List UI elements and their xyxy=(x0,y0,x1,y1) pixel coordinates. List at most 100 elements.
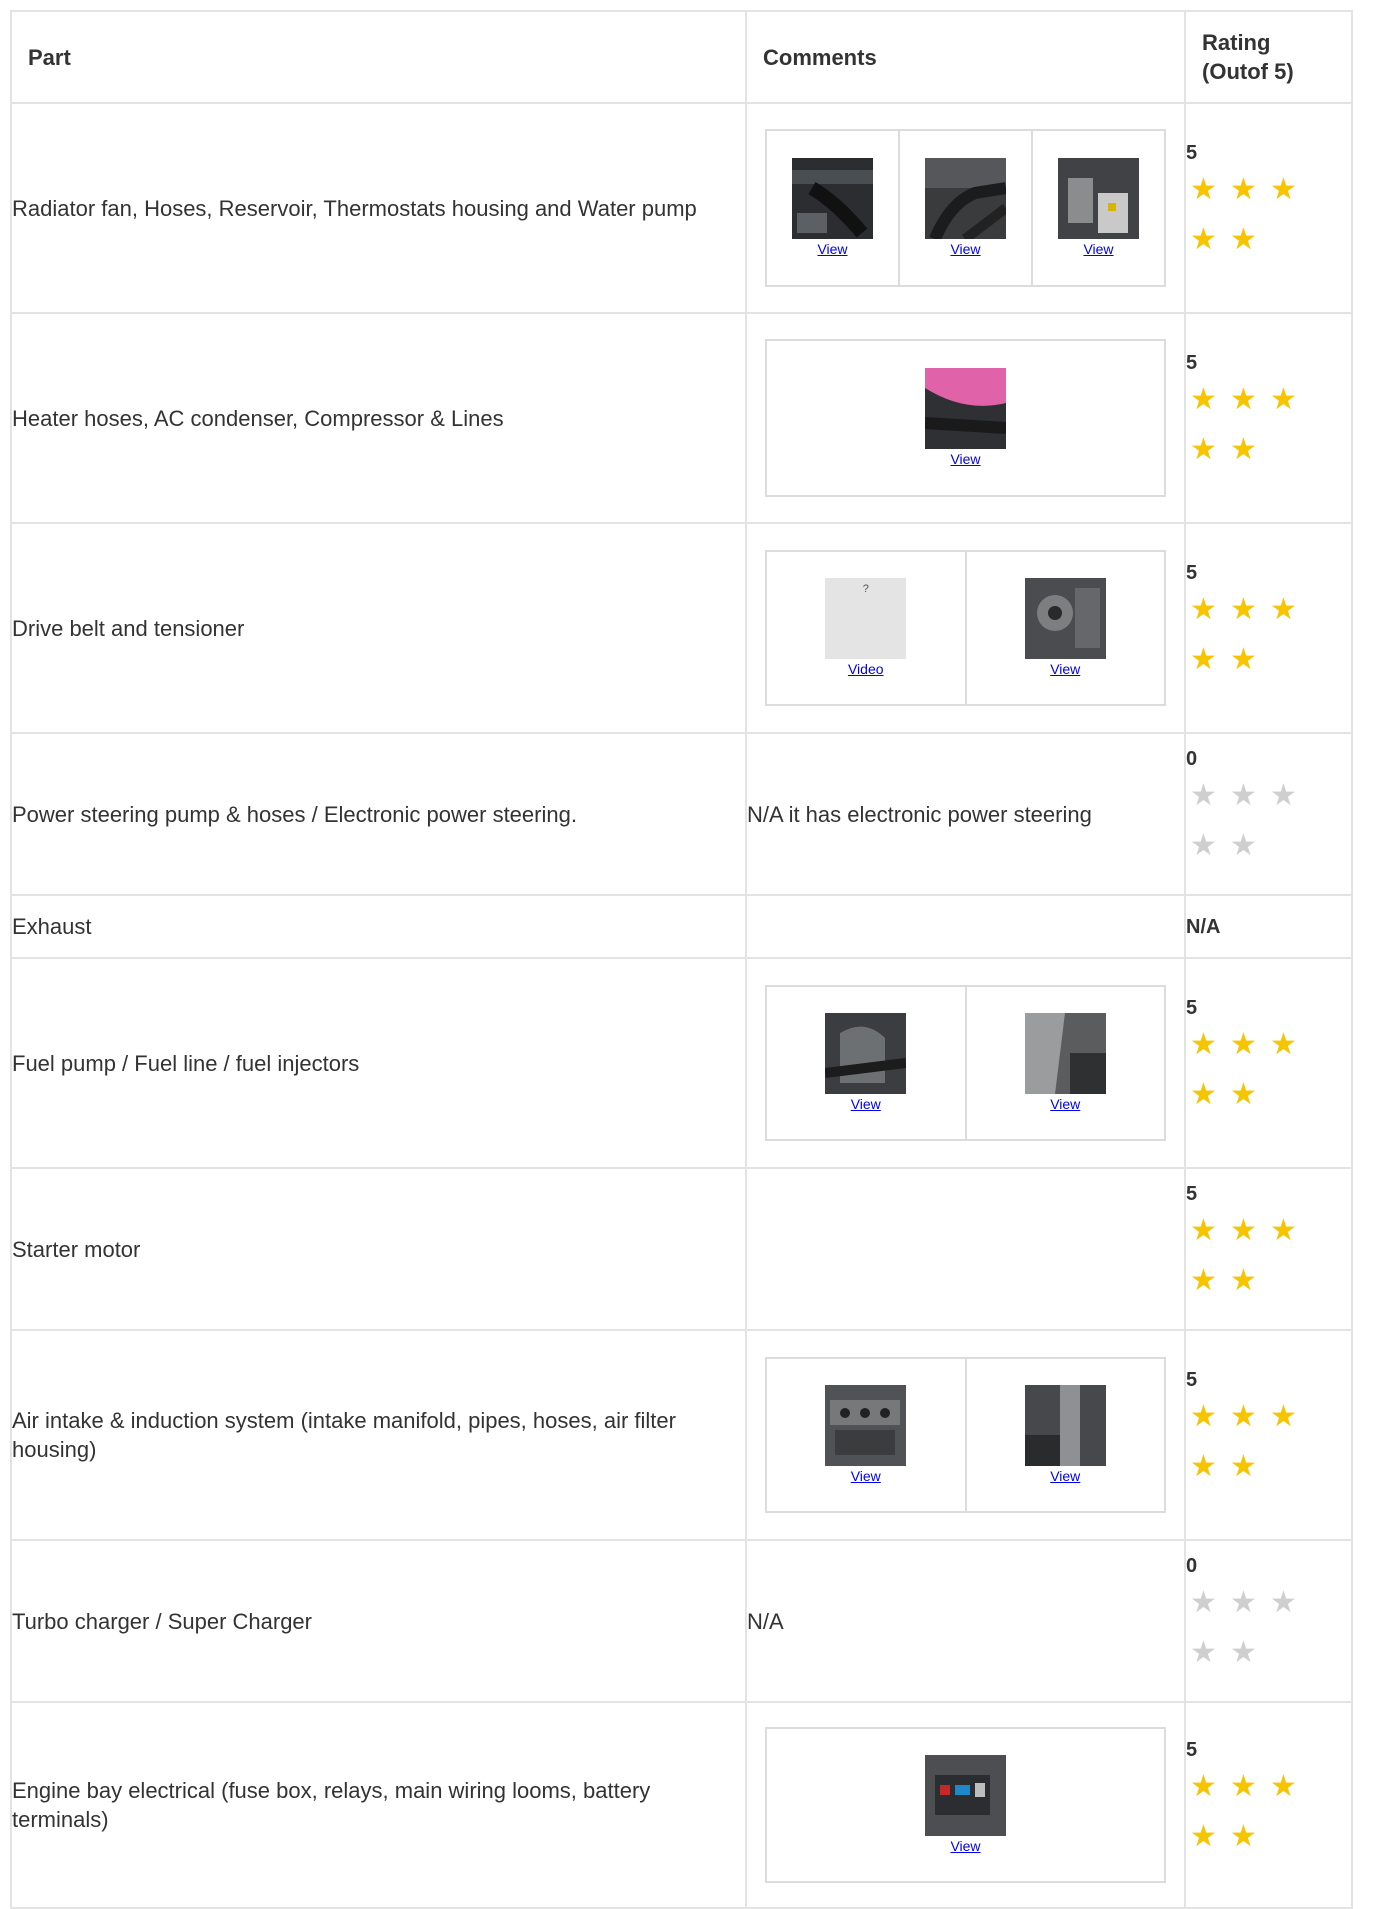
gallery-item: View xyxy=(767,131,900,285)
engine-photo-thumbnail[interactable] xyxy=(1024,1013,1106,1094)
star-rating: ★ ★ ★ ★ ★ xyxy=(1190,781,1310,881)
star-icon: ★ xyxy=(1230,1400,1257,1433)
part-name: Turbo charger / Super Charger xyxy=(10,1539,747,1703)
table-row: Starter motor 5 ★ ★ ★ ★ ★ xyxy=(10,1167,1353,1331)
comment-cell: View View xyxy=(745,1329,1186,1541)
engine-photo-thumbnail[interactable] xyxy=(825,1385,907,1466)
comment-cell: View View xyxy=(745,957,1186,1169)
star-icon: ★ xyxy=(1270,1028,1297,1061)
star-icon: ★ xyxy=(1230,779,1257,812)
table-row: Radiator fan, Hoses, Reservoir, Thermost… xyxy=(10,102,1353,314)
part-name: Starter motor xyxy=(10,1167,747,1331)
engine-photo-thumbnail[interactable] xyxy=(1058,158,1139,239)
view-link[interactable]: View xyxy=(950,240,980,258)
star-icon: ★ xyxy=(1230,173,1257,206)
comment-text: N/A xyxy=(745,1539,1186,1703)
table-row: Power steering pump & hoses / Electronic… xyxy=(10,732,1353,896)
star-rating: ★ ★ ★ ★ ★ xyxy=(1190,1030,1310,1130)
table-row: Drive belt and tensioner ? Video View 5 … xyxy=(10,522,1353,734)
comment-cell: View xyxy=(745,1701,1186,1909)
view-link[interactable]: View xyxy=(1050,660,1080,678)
star-icon: ★ xyxy=(1230,433,1257,466)
engine-photo-thumbnail[interactable] xyxy=(792,158,873,239)
engine-photo-thumbnail[interactable] xyxy=(925,158,1006,239)
star-icon: ★ xyxy=(1190,1820,1217,1853)
view-link[interactable]: View xyxy=(851,1467,881,1485)
gallery-item: View xyxy=(1033,131,1164,285)
star-icon: ★ xyxy=(1230,383,1257,416)
view-link[interactable]: View xyxy=(1050,1467,1080,1485)
header-comments: Comments xyxy=(745,10,1186,104)
star-icon: ★ xyxy=(1230,1214,1257,1247)
star-icon: ★ xyxy=(1190,1636,1217,1669)
star-icon: ★ xyxy=(1230,223,1257,256)
rating-value: 5 xyxy=(1186,1739,1198,1761)
rating-cell: 5 ★ ★ ★ ★ ★ xyxy=(1184,1701,1353,1909)
star-icon: ★ xyxy=(1190,1214,1217,1247)
photo-gallery: View View xyxy=(765,1357,1166,1513)
star-icon: ★ xyxy=(1270,173,1297,206)
video-link[interactable]: Video xyxy=(848,660,884,678)
gallery-item: View xyxy=(767,1359,967,1511)
view-link[interactable]: View xyxy=(817,240,847,258)
engine-photo-thumbnail[interactable] xyxy=(925,368,1006,449)
comment-cell: View xyxy=(745,312,1186,524)
star-icon: ★ xyxy=(1270,383,1297,416)
engine-photo-thumbnail[interactable] xyxy=(1024,1385,1106,1466)
comment-text xyxy=(745,1167,1186,1331)
star-rating: ★ ★ ★ ★ ★ xyxy=(1190,1588,1310,1688)
rating-cell: 5 ★ ★ ★ ★ ★ xyxy=(1184,522,1353,734)
gallery-item: View xyxy=(967,552,1165,704)
part-name: Exhaust xyxy=(10,894,747,959)
star-icon: ★ xyxy=(1230,1636,1257,1669)
header-rating: Rating (Outof 5) xyxy=(1184,10,1353,104)
gallery-item: View xyxy=(767,987,967,1139)
gallery-item: ? Video xyxy=(767,552,967,704)
table-row: Turbo charger / Super Charger N/A 0 ★ ★ ★ ★… xyxy=(10,1539,1353,1703)
rating-value: 5 xyxy=(1186,352,1198,374)
star-icon: ★ xyxy=(1270,1770,1297,1803)
rating-cell: N/A xyxy=(1184,894,1353,959)
engine-photo-thumbnail[interactable] xyxy=(925,1755,1006,1836)
star-icon: ★ xyxy=(1190,383,1217,416)
table-row: Fuel pump / Fuel line / fuel injectors V… xyxy=(10,957,1353,1169)
view-link[interactable]: View xyxy=(1083,240,1113,258)
star-icon: ★ xyxy=(1190,593,1217,626)
photo-gallery: ? Video View xyxy=(765,550,1166,706)
view-link[interactable]: View xyxy=(950,1837,980,1855)
star-icon: ★ xyxy=(1190,1078,1217,1111)
comment-text: N/A it has electronic power steering xyxy=(745,732,1186,896)
star-icon: ★ xyxy=(1190,1264,1217,1297)
rating-cell: 5 ★ ★ ★ ★ ★ xyxy=(1184,957,1353,1169)
star-rating: ★ ★ ★ ★ ★ xyxy=(1190,175,1310,275)
star-icon: ★ xyxy=(1190,829,1217,862)
star-icon: ★ xyxy=(1230,1770,1257,1803)
part-name: Radiator fan, Hoses, Reservoir, Thermost… xyxy=(10,102,747,314)
engine-photo-thumbnail[interactable] xyxy=(825,1013,907,1094)
table-row: Engine bay electrical (fuse box, relays,… xyxy=(10,1701,1353,1909)
star-icon: ★ xyxy=(1230,1450,1257,1483)
star-icon: ★ xyxy=(1230,1820,1257,1853)
view-link[interactable]: View xyxy=(851,1095,881,1113)
rating-cell: 0 ★ ★ ★ ★ ★ xyxy=(1184,732,1353,896)
table-row: Exhaust N/A xyxy=(10,894,1353,959)
header-part: Part xyxy=(10,10,747,104)
comment-cell: View View View xyxy=(745,102,1186,314)
rating-value: 5 xyxy=(1186,1183,1198,1205)
star-icon: ★ xyxy=(1190,173,1217,206)
part-name: Engine bay electrical (fuse box, relays,… xyxy=(10,1701,747,1909)
part-name: Heater hoses, AC condenser, Compressor &… xyxy=(10,312,747,524)
star-icon: ★ xyxy=(1230,1264,1257,1297)
star-icon: ★ xyxy=(1230,593,1257,626)
engine-photo-thumbnail[interactable] xyxy=(1024,578,1106,659)
video-placeholder[interactable]: ? xyxy=(825,578,907,659)
table-header-row: Part Comments Rating (Outof 5) xyxy=(10,10,1353,104)
photo-gallery: View View xyxy=(765,985,1166,1141)
star-icon: ★ xyxy=(1190,1400,1217,1433)
view-link[interactable]: View xyxy=(1050,1095,1080,1113)
photo-gallery: View xyxy=(765,1727,1166,1883)
star-icon: ★ xyxy=(1190,223,1217,256)
rating-value: 5 xyxy=(1186,997,1198,1019)
photo-gallery: View xyxy=(765,339,1166,497)
view-link[interactable]: View xyxy=(950,450,980,468)
